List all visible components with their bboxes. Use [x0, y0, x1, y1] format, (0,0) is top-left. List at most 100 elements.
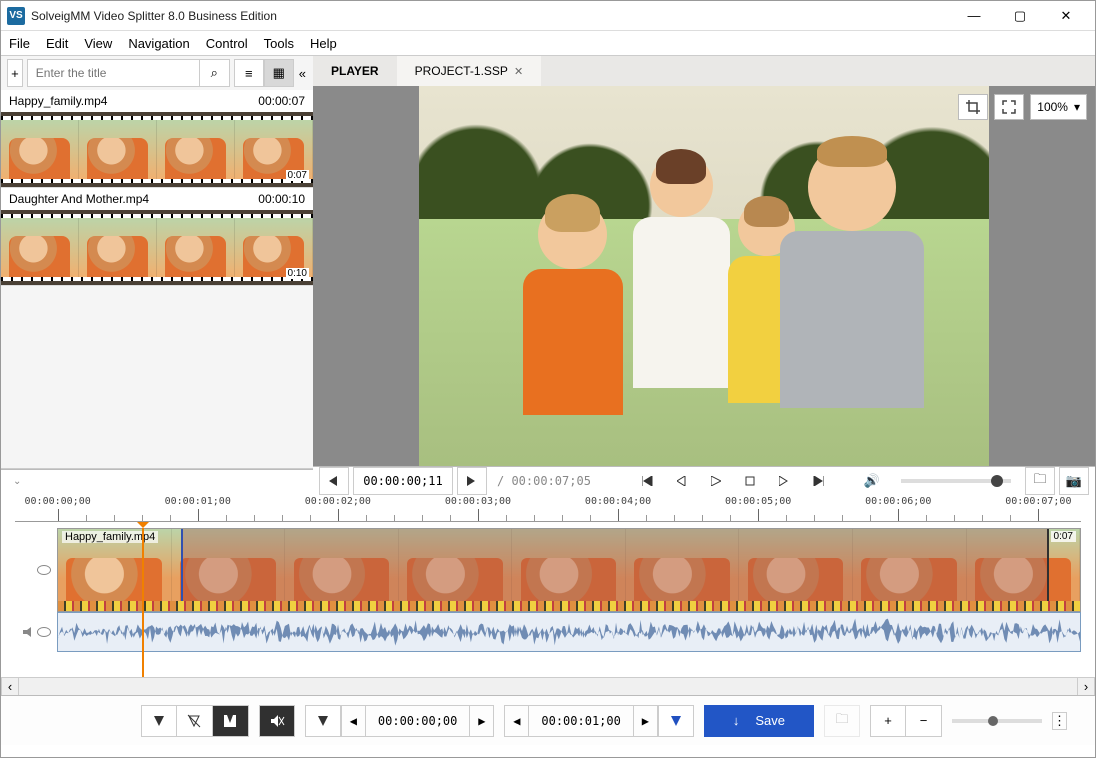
fragment-marker[interactable] [482, 528, 492, 531]
clip-thumbnail: 0:10 [1, 210, 313, 285]
zoom-out-button[interactable]: − [906, 705, 942, 737]
volume-slider[interactable] [901, 479, 1011, 483]
ruler-label: 00:00:07;00 [1005, 496, 1071, 507]
search-wrap: ⌕ [27, 59, 230, 87]
zoom-level[interactable]: 100%▾ [1030, 94, 1087, 120]
collapse-sidebar-button[interactable]: « [298, 59, 307, 87]
menu-tools[interactable]: Tools [264, 36, 294, 51]
add-media-button[interactable]: + [7, 59, 23, 87]
track-visibility-toggle[interactable] [37, 565, 51, 575]
track-visibility-toggle[interactable] [37, 627, 51, 637]
view-grid-button[interactable]: ▦ [264, 59, 294, 87]
crop-icon [966, 100, 980, 114]
search-input[interactable] [28, 60, 199, 86]
output-folder-button[interactable]: 🗀 [824, 705, 860, 737]
dots-icon: ⋮ [1053, 713, 1066, 728]
menu-file[interactable]: File [9, 36, 30, 51]
tab-player[interactable]: PLAYER [313, 56, 397, 86]
scroll-left-button[interactable]: ‹ [1, 678, 19, 695]
marker-end-icon [669, 714, 683, 728]
plus-icon: + [884, 713, 892, 728]
window-title: SolveigMM Video Splitter 8.0 Business Ed… [31, 9, 951, 23]
tab-close-icon[interactable]: ✕ [514, 65, 523, 78]
minimize-button[interactable]: — [951, 2, 997, 30]
marker-start-icon [316, 714, 330, 728]
start-time-input[interactable]: ◀ 00:00:00;00 ▶ [341, 705, 494, 737]
mute-icon [269, 713, 285, 729]
audio-track-content[interactable] [57, 612, 1081, 652]
ruler-label: 00:00:03;00 [445, 496, 511, 507]
fullscreen-icon [1002, 100, 1016, 114]
audio-track [15, 612, 1081, 652]
chevron-down-icon: ⌄ [13, 476, 21, 487]
clip-name: Happy_family.mp4 [9, 94, 258, 108]
zoom-in-button[interactable]: + [870, 705, 906, 737]
mute-fragment-button[interactable] [259, 705, 295, 737]
search-button[interactable]: ⌕ [199, 60, 229, 86]
track-mute-toggle[interactable] [23, 627, 33, 637]
ruler-label: 00:00:01;00 [165, 496, 231, 507]
menu-help[interactable]: Help [310, 36, 337, 51]
fragment-marker[interactable] [789, 528, 799, 531]
clip-time-badge: 0:10 [286, 268, 309, 279]
timeline-ruler[interactable]: 00:00:00;0000:00:01;0000:00:02;0000:00:0… [15, 488, 1081, 522]
zoom-slider[interactable] [952, 719, 1042, 723]
timeline-section: ⌄ 00:00:00;0000:00:01;0000:00:02;0000:00… [1, 469, 1095, 695]
crop-button[interactable] [958, 94, 988, 120]
list-icon: ≡ [245, 66, 253, 81]
remove-marker-button[interactable] [177, 705, 213, 737]
tab-project[interactable]: PROJECT-1.SSP ✕ [397, 56, 542, 86]
bottom-toolbar: ◀ 00:00:00;00 ▶ ◀ 00:00:01;00 ▶ ↓ Save 🗀… [1, 695, 1095, 745]
grid-icon: ▦ [273, 65, 285, 81]
fragment-marker[interactable] [278, 528, 288, 531]
preview-area: 100%▾ [313, 86, 1095, 466]
save-button[interactable]: ↓ Save [704, 705, 814, 737]
plus-icon: + [11, 66, 19, 81]
folder-icon: 🗀 [835, 710, 848, 732]
clip-item[interactable]: Happy_family.mp4 00:00:07 0:07 [1, 90, 313, 188]
maximize-button[interactable]: ▢ [997, 2, 1043, 30]
keep-fragment-button[interactable] [213, 705, 249, 737]
marker-off-icon [187, 714, 201, 728]
time-increment[interactable]: ▶ [469, 706, 493, 736]
clip-item[interactable]: Daughter And Mother.mp4 00:00:10 0:10 [1, 188, 313, 286]
marker-icon [152, 714, 166, 728]
clip-duration: 00:00:07 [258, 94, 305, 108]
close-button[interactable]: ✕ [1043, 2, 1089, 30]
end-time-input[interactable]: ◀ 00:00:01;00 ▶ [504, 705, 657, 737]
menu-view[interactable]: View [84, 36, 112, 51]
view-list-button[interactable]: ≡ [234, 59, 264, 87]
menu-edit[interactable]: Edit [46, 36, 68, 51]
download-icon: ↓ [733, 713, 740, 728]
time-increment[interactable]: ▶ [633, 706, 657, 736]
menu-control[interactable]: Control [206, 36, 248, 51]
search-icon: ⌕ [211, 65, 218, 81]
clip-thumbnail: 0:07 [1, 112, 313, 187]
more-options-button[interactable]: ⋮ [1052, 712, 1067, 730]
set-start-marker-button[interactable] [305, 705, 341, 737]
fragment-marker[interactable] [380, 528, 390, 531]
selection-region[interactable] [181, 529, 1050, 611]
clip-duration: 00:00:10 [258, 192, 305, 206]
playhead[interactable] [142, 528, 144, 677]
chevron-down-icon: ▾ [1074, 100, 1080, 114]
add-marker-button[interactable] [141, 705, 177, 737]
fragment-marker[interactable] [687, 528, 697, 531]
time-decrement[interactable]: ◀ [342, 706, 366, 736]
time-decrement[interactable]: ◀ [505, 706, 529, 736]
app-logo: VS [7, 7, 25, 25]
fragment-marker[interactable] [891, 528, 901, 531]
collapse-icon: « [299, 66, 306, 81]
set-end-marker-button[interactable] [658, 705, 694, 737]
video-track-content[interactable]: Happy_family.mp4 0:07 [57, 528, 1081, 612]
ruler-label: 00:00:04;00 [585, 496, 651, 507]
fragment-marker[interactable] [993, 528, 1003, 531]
scroll-right-button[interactable]: › [1077, 678, 1095, 695]
fragment-marker[interactable] [584, 528, 594, 531]
ruler-label: 00:00:05;00 [725, 496, 791, 507]
minus-icon: − [920, 713, 928, 728]
timeline-scrollbar[interactable]: ‹ › [1, 677, 1095, 695]
menu-navigation[interactable]: Navigation [128, 36, 189, 51]
fullscreen-button[interactable] [994, 94, 1024, 120]
menubar: File Edit View Navigation Control Tools … [1, 31, 1095, 55]
